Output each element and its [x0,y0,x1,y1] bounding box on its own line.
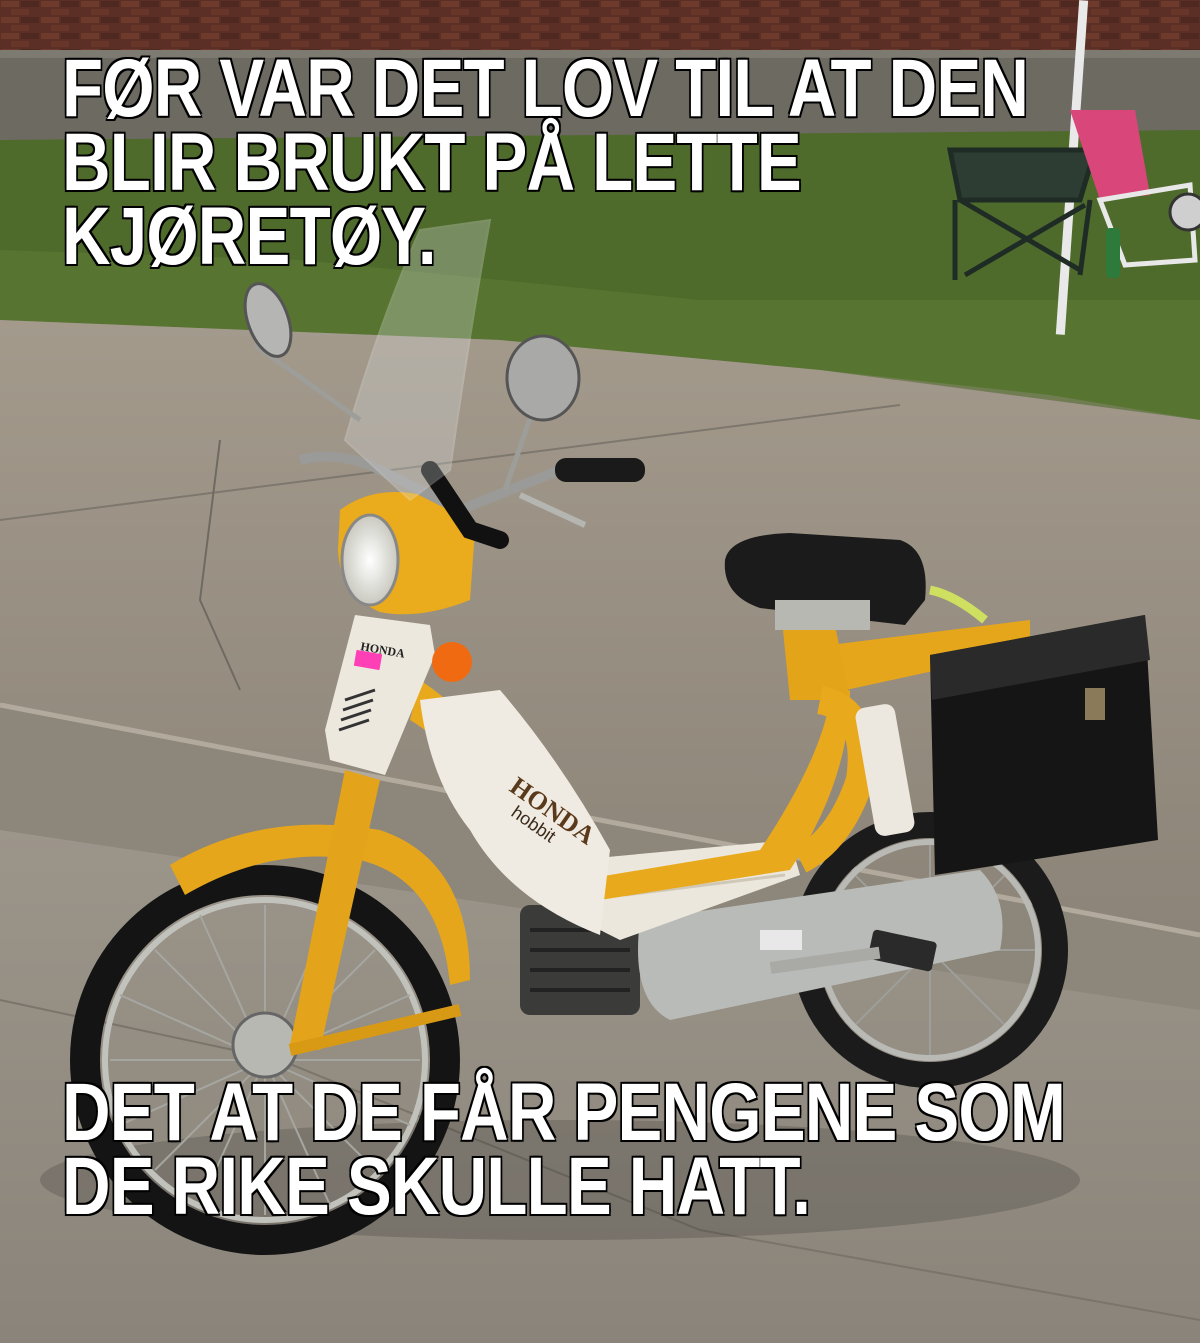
top-caption-line: BLIR BRUKT PÅ LETTE [61,117,802,208]
bottle [1106,228,1120,278]
meme-image: HONDA hobbit HONDA FØR VAR DET LOV TIL A… [0,0,1200,1343]
turn-signal [432,642,472,682]
top-caption: FØR VAR DET LOV TIL AT DEN BLIR BRUKT PÅ… [61,43,1030,282]
saddlebag [930,615,1158,875]
top-caption-line: KJØRETØY. [61,191,437,282]
bottom-caption: DET AT DE FÅR PENGENE SOM DE RIKE SKULLE… [61,1067,1067,1232]
bottom-caption-line: DE RIKE SKULLE HATT. [61,1141,812,1232]
top-caption-line: FØR VAR DET LOV TIL AT DEN [61,43,1030,134]
bottom-caption-line: DET AT DE FÅR PENGENE SOM [61,1067,1067,1158]
